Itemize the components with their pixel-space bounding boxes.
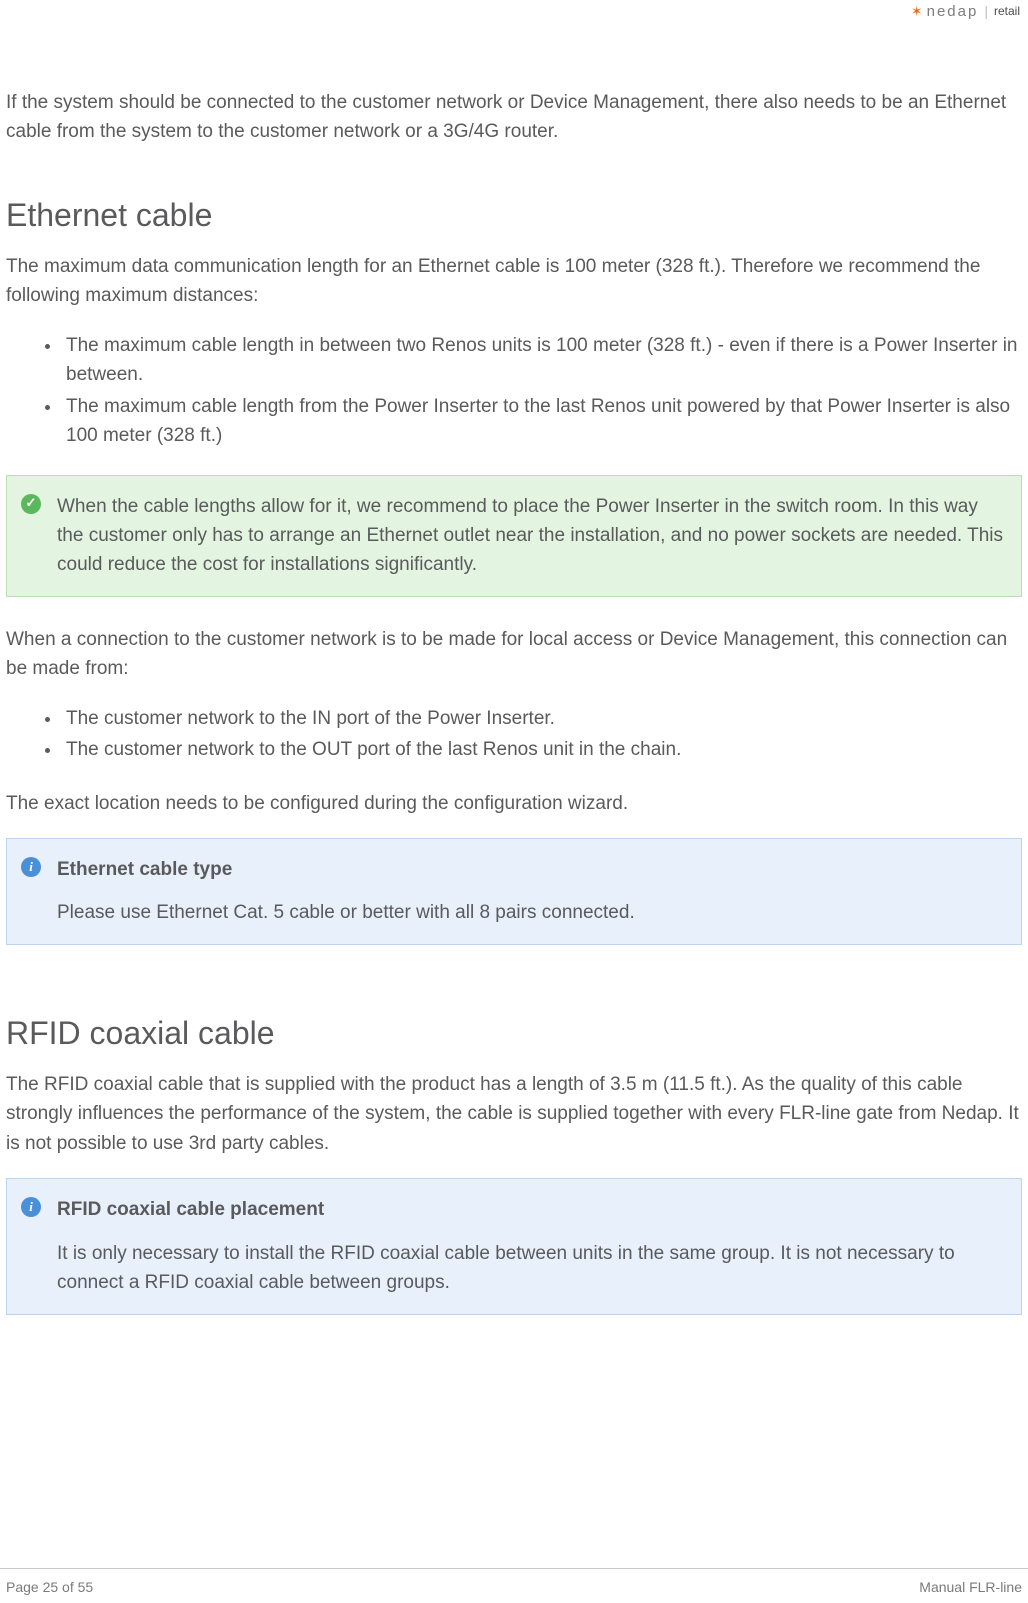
info-text: It is only necessary to install the RFID… [57,1243,955,1293]
page-content: If the system should be connected to the… [6,18,1022,1315]
tip-callout: ✓ When the cable lengths allow for it, w… [6,475,1022,597]
brand-logo: ✶ nedap | retail [911,3,1020,20]
connection-tail: The exact location needs to be configure… [6,789,1022,818]
connection-lead: When a connection to the customer networ… [6,625,1022,684]
ethernet-bullet-list: The maximum cable length in between two … [6,331,1022,451]
page-footer: Page 25 of 55 Manual FLR-line [0,1568,1028,1603]
info-callout-ethernet: i Ethernet cable type Please use Etherne… [6,838,1022,945]
intro-paragraph: If the system should be connected to the… [6,88,1022,147]
info-title: Ethernet cable type [57,855,1005,884]
connection-bullet-list: The customer network to the IN port of t… [6,704,1022,765]
page-number: Page 25 of 55 [6,1579,93,1595]
logo-wordmark: nedap [927,3,979,20]
page-header: ✶ nedap | retail [6,0,1022,18]
list-item: The customer network to the OUT port of … [62,735,1022,764]
info-text: Please use Ethernet Cat. 5 cable or bett… [57,902,635,923]
info-callout-rfid: i RFID coaxial cable placement It is onl… [6,1178,1022,1314]
list-item: The maximum cable length in between two … [62,331,1022,390]
tip-text: When the cable lengths allow for it, we … [57,496,1003,576]
ethernet-heading: Ethernet cable [6,197,1022,234]
document-title: Manual FLR-line [919,1579,1022,1595]
list-item: The maximum cable length from the Power … [62,392,1022,451]
ethernet-lead: The maximum data communication length fo… [6,252,1022,311]
list-item: The customer network to the IN port of t… [62,704,1022,733]
info-title: RFID coaxial cable placement [57,1195,1005,1224]
rfid-lead: The RFID coaxial cable that is supplied … [6,1070,1022,1158]
info-icon: i [21,1197,41,1217]
rfid-heading: RFID coaxial cable [6,1015,1022,1052]
check-icon: ✓ [21,494,41,514]
logo-separator: | [984,3,988,19]
logo-star-icon: ✶ [911,4,921,18]
info-icon: i [21,857,41,877]
logo-subbrand: retail [994,4,1020,18]
